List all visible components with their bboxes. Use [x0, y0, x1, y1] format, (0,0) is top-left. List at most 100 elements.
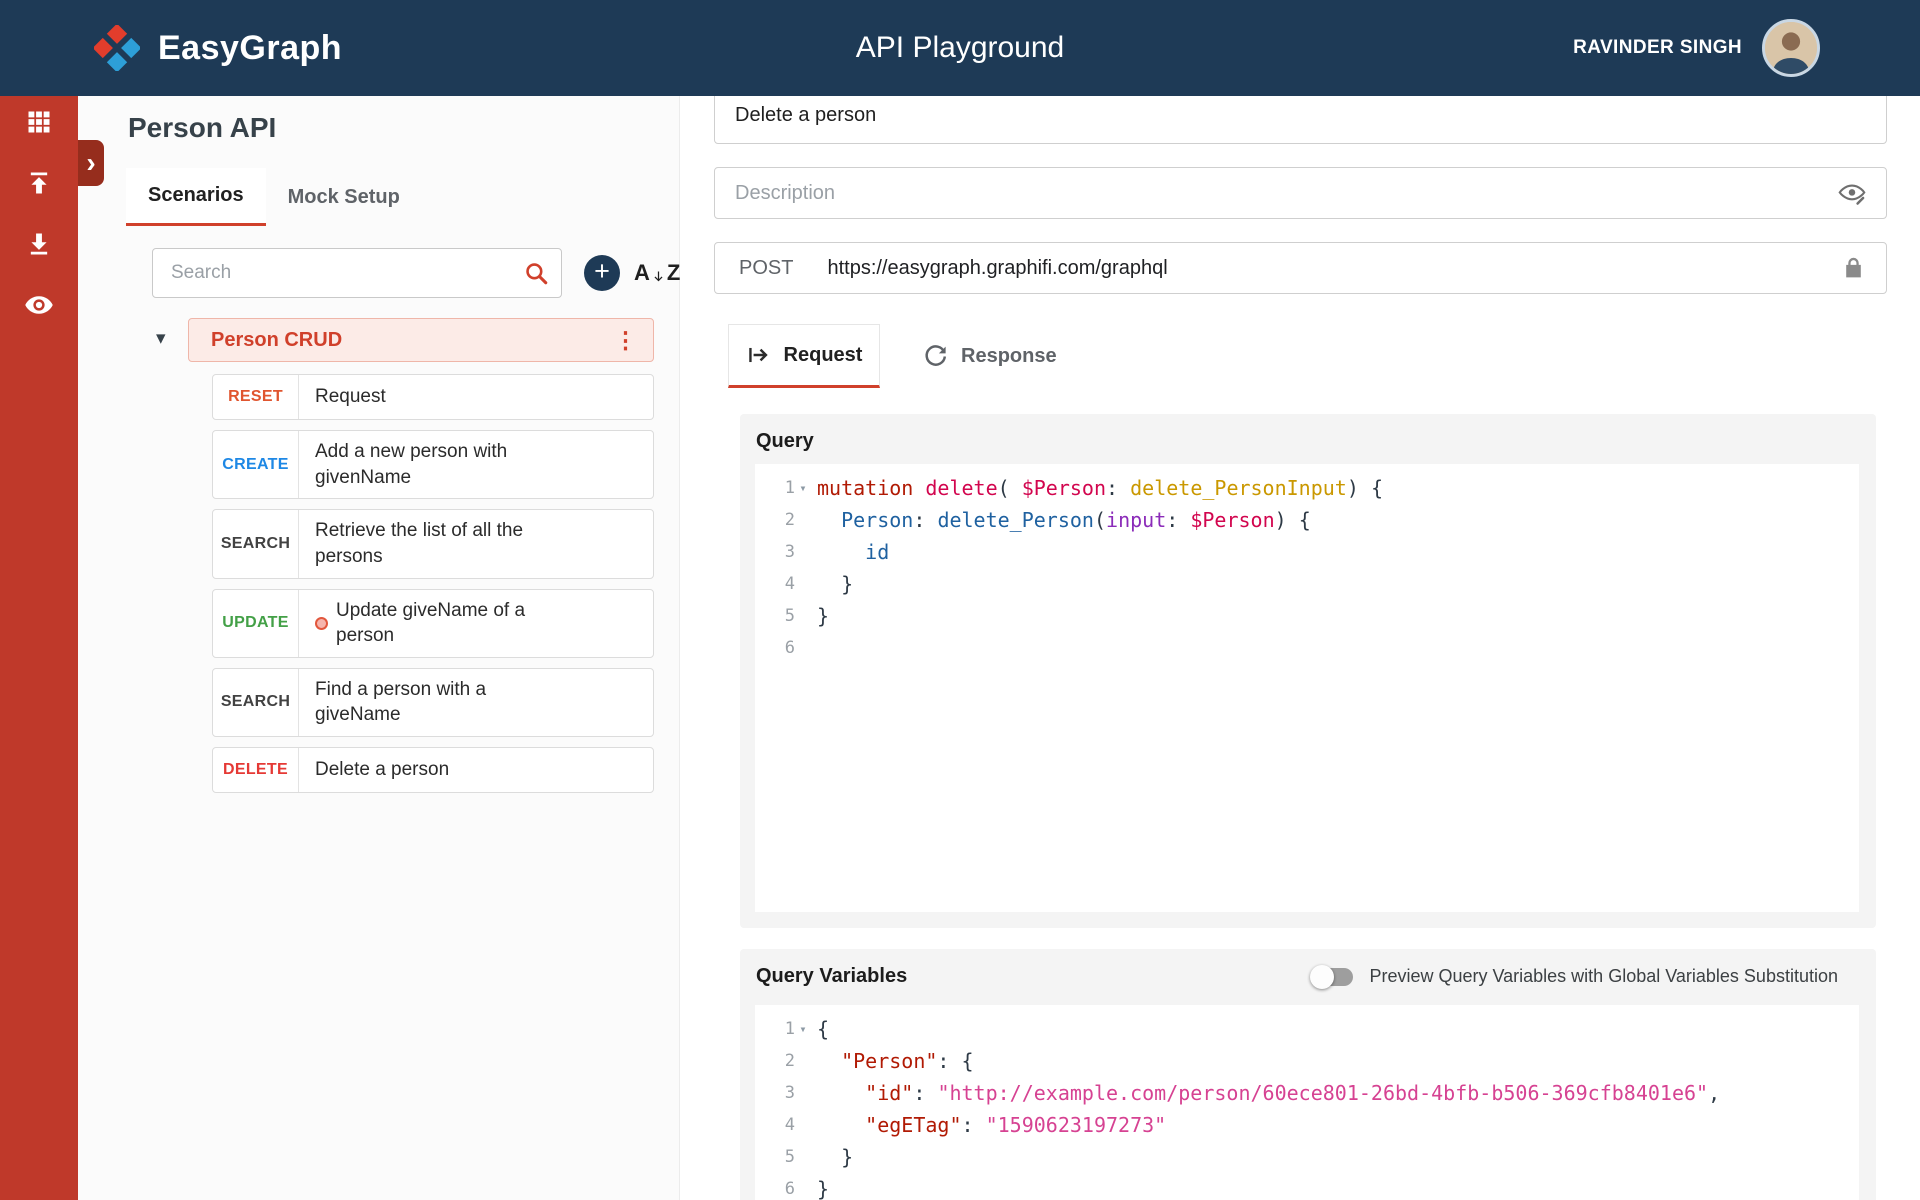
line-number: 1: [755, 1013, 795, 1045]
lock-icon[interactable]: [1841, 256, 1866, 281]
line-content: "Person": {: [811, 1045, 974, 1077]
code-line: 1 ▾ {: [755, 1013, 1859, 1045]
query-section: Query 1 ▾ mutation delete( $Person: dele…: [740, 414, 1876, 928]
code-line: 4 }: [755, 568, 1859, 600]
line-gutter: 4: [755, 568, 811, 600]
line-number: 6: [755, 632, 795, 664]
avatar[interactable]: [1762, 19, 1820, 77]
code-line: 4 "egETag": "1590623197273": [755, 1109, 1859, 1141]
code-line: 5 }: [755, 600, 1859, 632]
scenario-tag: UPDATE: [213, 590, 299, 657]
line-content: {: [811, 1013, 829, 1045]
scenario-tag: DELETE: [213, 748, 299, 792]
kebab-menu-icon[interactable]: ⋮: [614, 327, 653, 354]
line-gutter: 6: [755, 632, 811, 664]
line-number: 3: [755, 1077, 795, 1109]
request-response-tabs: Request Response: [728, 324, 1077, 388]
scenario-label: Retrieve the list of all the persons: [299, 510, 653, 577]
chevron-right-icon: ›: [86, 147, 95, 179]
preview-substitution-toggle[interactable]: [1313, 968, 1353, 986]
add-scenario-button[interactable]: +: [584, 255, 620, 291]
scenario-label: Delete a person: [299, 748, 653, 792]
plus-icon: +: [594, 258, 610, 285]
scenario-item[interactable]: UPDATE Update giveName of a person: [212, 589, 654, 658]
group-label: Person CRUD: [189, 329, 614, 352]
download-icon[interactable]: [17, 222, 61, 266]
tab-response[interactable]: Response: [902, 324, 1077, 388]
code-line: 5 }: [755, 1141, 1859, 1173]
line-gutter: 3: [755, 536, 811, 568]
scenario-tag: RESET: [213, 375, 299, 419]
fold-caret-icon: ▾: [795, 472, 811, 504]
scenario-item[interactable]: SEARCH Find a person with a giveName: [212, 668, 654, 737]
user-name: RAVINDER SINGH: [1573, 37, 1742, 59]
tab-request[interactable]: Request: [728, 324, 880, 388]
line-content: }: [811, 1173, 829, 1200]
search-input[interactable]: [153, 262, 523, 284]
endpoint-url[interactable]: https://easygraph.graphifi.com/graphql: [827, 257, 1167, 280]
main-content: POST https://easygraph.graphifi.com/grap…: [681, 96, 1920, 1200]
line-gutter: 5: [755, 1141, 811, 1173]
code-line: 2 "Person": {: [755, 1045, 1859, 1077]
api-title: Person API: [128, 112, 276, 144]
user-menu[interactable]: RAVINDER SINGH: [1573, 0, 1820, 96]
response-refresh-icon: [922, 343, 949, 370]
panel-tabs: Scenarios Mock Setup: [126, 168, 422, 226]
scenario-tag: SEARCH: [213, 510, 299, 577]
scenario-group-person-crud[interactable]: Person CRUD ⋮: [188, 318, 654, 362]
apps-grid-icon[interactable]: [17, 100, 61, 144]
scenario-item[interactable]: DELETE Delete a person: [212, 747, 654, 793]
search-box: [152, 248, 562, 298]
query-variables-heading: Query Variables: [756, 965, 907, 988]
scenario-item[interactable]: RESET Request: [212, 374, 654, 420]
toggle-knob: [1310, 965, 1334, 989]
variables-editor[interactable]: 1 ▾ { 2 "Person": { 3 "id": "http://exam…: [755, 1005, 1859, 1200]
line-number: 3: [755, 536, 795, 568]
http-method-label[interactable]: POST: [739, 257, 793, 280]
line-content: id: [811, 536, 889, 568]
expand-panel-handle[interactable]: ›: [78, 140, 104, 186]
search-icon[interactable]: [523, 260, 549, 286]
scenario-list: RESET Request CREATE Add a new person wi…: [212, 374, 654, 793]
scenario-tag: CREATE: [213, 431, 299, 498]
arrow-down-icon: [651, 269, 666, 284]
scenario-item[interactable]: CREATE Add a new person with givenName: [212, 430, 654, 499]
line-number: 5: [755, 1141, 795, 1173]
line-content: mutation delete( $Person: delete_PersonI…: [811, 472, 1383, 504]
fold-caret-icon: ▾: [795, 1013, 811, 1045]
substitution-toggle-label: Preview Query Variables with Global Vari…: [1369, 966, 1838, 987]
scenario-label: Find a person with a giveName: [299, 669, 653, 736]
code-line: 3 id: [755, 536, 1859, 568]
query-editor[interactable]: 1 ▾ mutation delete( $Person: delete_Per…: [755, 464, 1859, 912]
line-number: 4: [755, 1109, 795, 1141]
line-content: [811, 632, 817, 664]
sort-alpha-button[interactable]: A Z: [634, 260, 680, 286]
tab-scenarios[interactable]: Scenarios: [126, 168, 266, 226]
chevron-down-icon[interactable]: ▾: [156, 327, 166, 350]
line-gutter: 2: [755, 1045, 811, 1077]
line-gutter: 5: [755, 600, 811, 632]
sort-letter-z: Z: [667, 260, 680, 286]
eye-icon[interactable]: [17, 283, 61, 327]
sort-letter-a: A: [634, 260, 650, 286]
line-gutter: 6: [755, 1173, 811, 1200]
line-gutter: 1 ▾: [755, 1013, 811, 1045]
substitution-toggle-row: Preview Query Variables with Global Vari…: [1313, 966, 1838, 987]
line-gutter: 1 ▾: [755, 472, 811, 504]
tab-mock-setup[interactable]: Mock Setup: [266, 168, 422, 226]
endpoint-bar[interactable]: POST https://easygraph.graphifi.com/grap…: [714, 242, 1887, 294]
upload-icon[interactable]: [17, 161, 61, 205]
top-bar: EasyGraph API Playground RAVINDER SINGH: [0, 0, 1920, 96]
line-content: }: [811, 568, 853, 600]
line-content: "id": "http://example.com/person/60ece80…: [811, 1077, 1720, 1109]
scenario-item[interactable]: SEARCH Retrieve the list of all the pers…: [212, 509, 654, 578]
code-line: 6: [755, 632, 1859, 664]
line-number: 1: [755, 472, 795, 504]
code-line: 2 Person: delete_Person(input: $Person) …: [755, 504, 1859, 536]
code-line: 3 "id": "http://example.com/person/60ece…: [755, 1077, 1859, 1109]
line-content: }: [811, 600, 829, 632]
description-input[interactable]: [715, 168, 1886, 218]
line-content: "egETag": "1590623197273": [811, 1109, 1166, 1141]
preview-icon[interactable]: [1838, 179, 1866, 207]
line-gutter: 2: [755, 504, 811, 536]
